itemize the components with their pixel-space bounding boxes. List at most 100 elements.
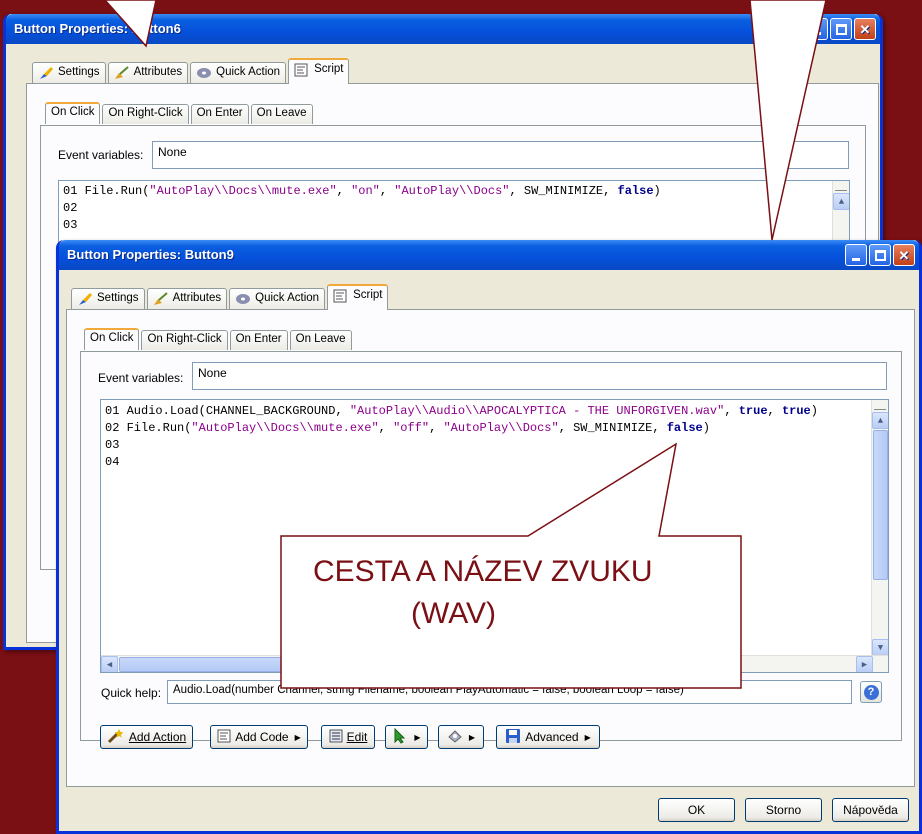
cursor-icon	[392, 727, 408, 747]
tab-script[interactable]: Script	[327, 284, 389, 310]
brush-icon	[77, 292, 93, 306]
code-text: File.Run(	[119, 421, 192, 435]
help-icon: ?	[863, 684, 879, 700]
code-text: )	[702, 421, 710, 435]
tab-on-click[interactable]: On Click	[84, 328, 140, 350]
add-code-button[interactable]: Add Code ▶	[210, 725, 308, 749]
tab-quick-action[interactable]: Quick Action	[190, 62, 287, 84]
ok-button[interactable]: OK	[658, 798, 735, 822]
tab-settings[interactable]: Settings	[71, 288, 145, 310]
code-line[interactable]: 02	[59, 200, 849, 217]
tab-label: On Right-Click	[108, 107, 183, 119]
back-event-tabs: On Click On Right-Click On Enter On Leav…	[45, 102, 315, 124]
scroll-right-button[interactable]: ▶	[856, 656, 873, 672]
code-line[interactable]: 01 Audio.Load(CHANNEL_BACKGROUND, "AutoP…	[101, 403, 888, 420]
close-icon: ✕	[898, 247, 910, 263]
code-text: ,	[429, 421, 444, 435]
code-text: File.Run(	[77, 184, 150, 198]
scroll-up-button[interactable]: ▲	[872, 412, 888, 429]
event-variables-label: Event variables:	[58, 148, 144, 162]
tab-on-right-click[interactable]: On Right-Click	[141, 330, 228, 350]
code-text: ,	[724, 404, 739, 418]
code-keyword: false	[617, 184, 654, 198]
tab-on-leave[interactable]: On Leave	[250, 104, 313, 124]
line-number: 02	[63, 201, 78, 215]
code-line[interactable]: 03	[59, 217, 849, 234]
minimize-button[interactable]	[845, 244, 867, 266]
advanced-button[interactable]: Advanced ▶	[496, 725, 600, 749]
maximize-button[interactable]	[830, 18, 852, 40]
help-button[interactable]: Nápověda	[832, 798, 909, 822]
dropdown-arrow-icon: ▶	[584, 732, 591, 742]
front-window-titlebar[interactable]: Button Properties: Button9 ✕	[59, 240, 919, 270]
tool-button[interactable]: ▶	[438, 725, 484, 749]
code-line[interactable]: 03	[101, 437, 888, 454]
tab-label: Settings	[58, 66, 100, 78]
back-window-titlebar[interactable]: Button Properties: Button6 ✕	[6, 14, 880, 44]
code-string: "off"	[393, 421, 430, 435]
vertical-scrollbar[interactable]: ▲ ▼	[871, 400, 888, 656]
scroll-down-button[interactable]: ▼	[872, 639, 888, 656]
quick-help-value: Audio.Load(number Channel, string Filena…	[173, 684, 684, 696]
maximize-icon	[835, 23, 847, 35]
event-variables-field[interactable]: None	[192, 362, 887, 390]
tab-quick-action[interactable]: Quick Action	[229, 288, 326, 310]
horizontal-scrollbar[interactable]: ◀ ▶	[101, 655, 888, 672]
button-label: Advanced	[525, 730, 579, 744]
tab-label: On Right-Click	[147, 333, 222, 345]
front-window-title: Button Properties: Button9	[67, 247, 234, 262]
scroll-divider	[874, 400, 886, 410]
code-line[interactable]: 04	[101, 454, 888, 471]
scroll-up-button[interactable]: ▲	[833, 193, 849, 210]
front-window: Button Properties: Button9 ✕ Settings At…	[56, 240, 922, 834]
tab-on-enter[interactable]: On Enter	[190, 104, 249, 124]
code-text: ,	[336, 184, 352, 198]
tab-label: Attributes	[133, 66, 183, 78]
help-icon-button[interactable]: ?	[860, 681, 882, 703]
code-keyword: true	[781, 404, 811, 418]
quick-help-label: Quick help:	[101, 686, 162, 700]
disc-icon	[196, 66, 212, 80]
button-label: OK	[687, 803, 706, 817]
maximize-button[interactable]	[869, 244, 891, 266]
line-number: 01	[105, 404, 120, 418]
tab-label: On Leave	[256, 107, 307, 119]
code-line[interactable]: 02 File.Run("AutoPlay\\Docs\\mute.exe" , …	[101, 420, 888, 437]
tab-label: Settings	[97, 292, 139, 304]
code-text: ,	[379, 184, 395, 198]
code-keyword: false	[666, 421, 703, 435]
code-lines[interactable]: 01 File.Run("AutoPlay\\Docs\\mute.exe" , …	[59, 183, 849, 234]
scroll-thumb[interactable]	[873, 430, 888, 580]
tab-settings[interactable]: Settings	[32, 62, 106, 84]
button-label: Nápověda	[843, 803, 898, 817]
event-variables-value: None	[158, 145, 187, 159]
tab-on-click[interactable]: On Click	[45, 102, 101, 124]
tab-on-right-click[interactable]: On Right-Click	[102, 104, 189, 124]
tab-attributes[interactable]: Attributes	[107, 62, 189, 84]
code-text: ,	[767, 404, 782, 418]
front-main-tabs: Settings Attributes Quick Action Script	[71, 284, 390, 310]
event-variables-field[interactable]: None	[152, 141, 849, 169]
tab-attributes[interactable]: Attributes	[146, 288, 228, 310]
close-icon: ✕	[859, 21, 871, 37]
minimize-button[interactable]	[806, 18, 828, 40]
cancel-button[interactable]: Storno	[745, 798, 822, 822]
close-button[interactable]: ✕	[854, 18, 876, 40]
code-line[interactable]: 01 File.Run("AutoPlay\\Docs\\mute.exe" , …	[59, 183, 849, 200]
scroll-left-button[interactable]: ◀	[101, 656, 118, 672]
line-number: 04	[105, 455, 120, 469]
minimize-icon	[813, 31, 821, 35]
tab-label: Script	[314, 63, 344, 75]
edit-button[interactable]: Edit	[321, 725, 375, 749]
code-lines[interactable]: 01 Audio.Load(CHANNEL_BACKGROUND, "AutoP…	[101, 403, 888, 471]
code-string: "AutoPlay\\Audio\\APOCALYPTICA - THE UNF…	[349, 404, 725, 418]
close-button[interactable]: ✕	[893, 244, 915, 266]
wand-icon	[107, 728, 125, 747]
tab-on-enter[interactable]: On Enter	[229, 330, 288, 350]
tab-script[interactable]: Script	[288, 58, 350, 84]
tab-on-leave[interactable]: On Leave	[289, 330, 352, 350]
scroll-thumb[interactable]	[119, 657, 379, 672]
cursor-tool-button[interactable]: ▶	[385, 725, 428, 749]
add-action-button[interactable]: Add Action	[100, 725, 193, 749]
code-text: )	[653, 184, 661, 198]
